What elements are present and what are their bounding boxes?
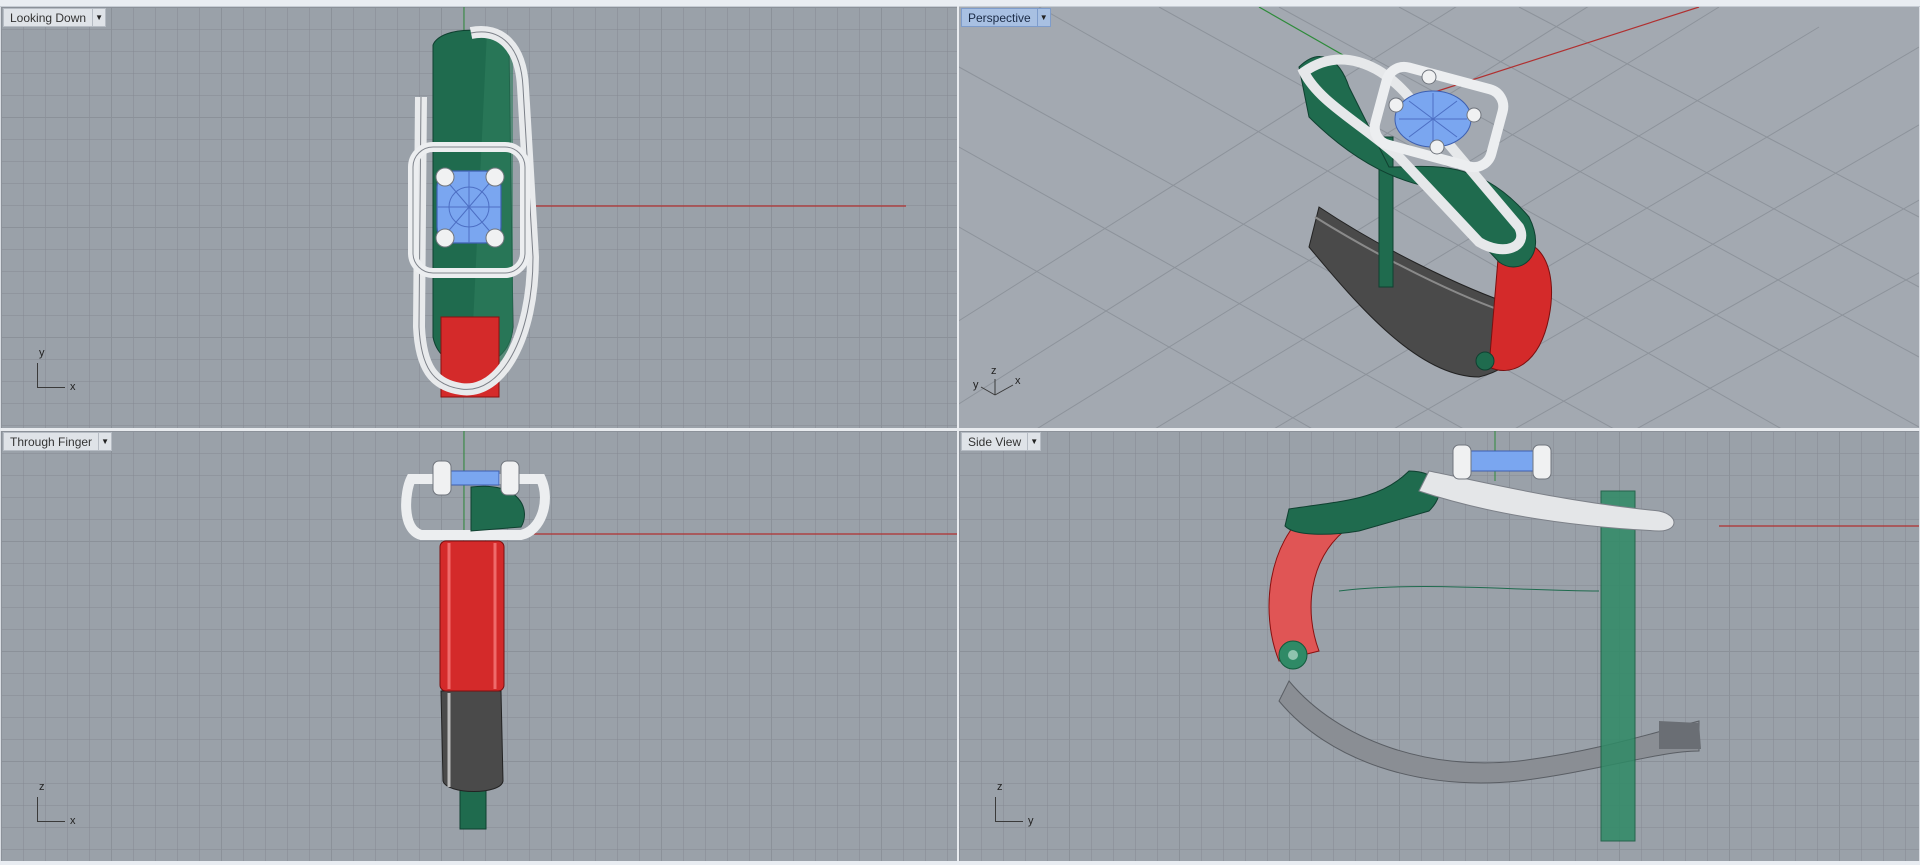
dropdown-arrow-icon[interactable]: ▼ [1036,9,1050,26]
grey-band [1278,680,1700,784]
viewport-label-perspective[interactable]: Perspective ▼ [961,8,1051,27]
viewport-label-top[interactable]: Looking Down ▼ [3,8,107,27]
viewport-label-front[interactable]: Through Finger ▼ [3,432,113,451]
viewport-title-top[interactable]: Looking Down [10,11,92,25]
viewport-label-side[interactable]: Side View ▼ [961,432,1042,451]
viewport-splitter-vertical[interactable] [957,6,959,862]
viewport-top[interactable]: y x Looking Down ▼ [1,7,957,428]
viewport-title-front[interactable]: Through Finger [10,435,98,449]
viewport-side[interactable]: z y Side View ▼ [959,431,1919,861]
axis-label-z: z [39,781,45,793]
bottom-strip [0,861,1920,865]
prong-bottom-right [485,228,505,248]
side-view-scene [1268,431,1919,842]
axis-gizmo-perspective: y z x [973,365,1033,405]
axis-label-y: y [973,379,979,391]
axis-label-x: x [1015,375,1021,387]
prong-left [1452,444,1472,480]
green-post [1600,490,1636,842]
prong-right [500,460,520,496]
axis-label-y: y [1028,815,1034,827]
prong-4 [1429,139,1445,155]
rhino-viewport-workspace: y x Looking Down ▼ y z x Perspective ▼ z… [0,0,1920,865]
prong-bottom-left [435,228,455,248]
prong-1 [1388,97,1404,113]
viewport-front[interactable]: z x Through Finger ▼ [1,431,957,861]
axis-label-x: x [70,815,76,827]
top-toolbar-strip [0,0,1920,7]
viewport-splitter-horizontal[interactable] [0,428,1920,431]
blue-gemstone [450,470,500,486]
dropdown-arrow-icon[interactable]: ▼ [1027,433,1040,450]
viewport-title-perspective[interactable]: Perspective [968,11,1037,25]
prong-right [1532,444,1552,480]
prong-top-left [435,167,455,187]
top-view-scene [408,7,906,398]
blue-gemstone [1468,450,1536,472]
prong-3 [1466,107,1482,123]
axis-label-x: x [70,381,76,393]
silver-band [1418,470,1675,532]
axis-label-z: z [991,365,997,377]
front-view-scene [401,431,957,830]
axis-label-z: z [997,781,1003,793]
green-band-top [1284,470,1440,535]
axis-label-y: y [39,347,45,359]
viewport-perspective[interactable]: y z x Perspective ▼ [959,7,1919,428]
band-pin [1475,351,1495,371]
dropdown-arrow-icon[interactable]: ▼ [98,433,111,450]
prong-2 [1421,69,1437,85]
dropdown-arrow-icon[interactable]: ▼ [92,9,105,26]
viewport-title-side[interactable]: Side View [968,435,1027,449]
prong-left [432,460,452,496]
perspective-scene [959,7,1919,428]
prong-top-right [485,167,505,187]
